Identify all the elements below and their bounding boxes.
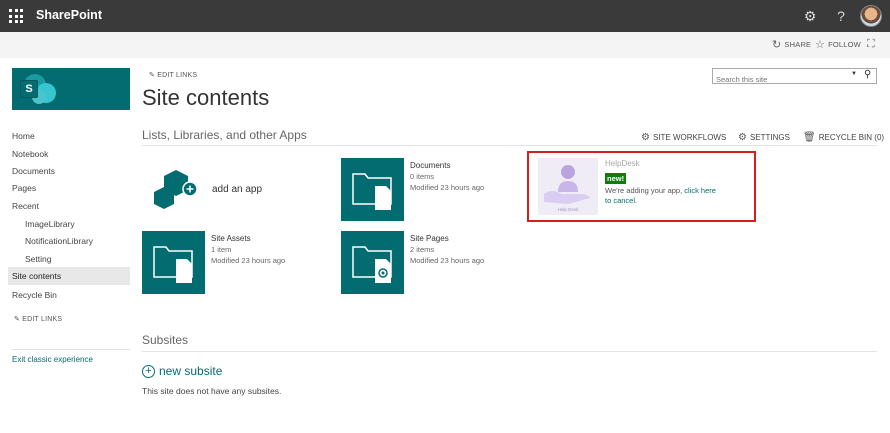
site-assets-tile-name[interactable]: Site Assets <box>211 233 285 244</box>
follow-button[interactable]: ☆ FOLLOW <box>815 38 861 51</box>
add-app-icon[interactable] <box>150 170 200 212</box>
settings-button[interactable]: ⚙ SETTINGS <box>738 132 790 143</box>
site-assets-tile-count: 1 item <box>211 245 232 254</box>
site-pages-tile-icon[interactable] <box>341 231 404 294</box>
waffle-icon[interactable] <box>6 6 26 26</box>
site-pages-tile-info: Site Pages 2 items Modified 23 hours ago <box>410 233 484 266</box>
nav-divider <box>12 349 130 350</box>
sharepoint-logo-icon: S <box>20 80 38 98</box>
cancel-app-link[interactable]: click here <box>684 186 716 195</box>
helpdesk-img-caption: Help Desk <box>558 207 580 212</box>
no-subsites-message: This site does not have any subsites. <box>142 386 282 396</box>
nav-edit-links[interactable]: ✎ EDIT LINKS <box>14 315 62 323</box>
site-pages-tile-name[interactable]: Site Pages <box>410 233 484 244</box>
site-workflows-label: SITE WORKFLOWS <box>652 133 727 142</box>
site-workflows-button[interactable]: ⚙ SITE WORKFLOWS <box>641 132 726 143</box>
search-input[interactable] <box>713 72 838 87</box>
site-assets-tile-modified: Modified 23 hours ago <box>211 256 286 265</box>
follow-label: FOLLOW <box>828 40 861 49</box>
search-icon[interactable]: ⚲ <box>864 69 871 80</box>
exit-classic-link[interactable]: Exit classic experience <box>12 355 93 364</box>
trash-icon: 🗑 <box>803 132 816 143</box>
site-assets-tile-icon[interactable] <box>142 231 205 294</box>
nav-item-home[interactable]: Home <box>12 127 130 145</box>
page-title: Site contents <box>142 85 270 110</box>
nav-item-pages[interactable]: Pages <box>12 179 130 197</box>
suite-bar: SharePoint ⚙ ? <box>0 0 890 32</box>
recycle-bin-button[interactable]: 🗑 RECYCLE BIN (0) <box>803 132 884 143</box>
nav-item-notebook[interactable]: Notebook <box>12 145 130 163</box>
nav-item-imagelibrary[interactable]: ImageLibrary <box>25 215 130 233</box>
focus-icon: ⛶ <box>867 38 875 50</box>
documents-tile-icon[interactable] <box>341 158 404 221</box>
site-logo[interactable]: S <box>12 68 130 110</box>
help-icon[interactable]: ? <box>832 7 850 25</box>
top-edit-links-label: EDIT LINKS <box>157 72 198 79</box>
helpdesk-status-message: We're adding your app, click here to can… <box>605 186 745 206</box>
brand-title[interactable]: SharePoint <box>36 8 102 22</box>
nav-item-setting[interactable]: Setting <box>25 250 130 268</box>
apps-section-title: Lists, Libraries, and other Apps <box>142 128 307 142</box>
helpdesk-msg-prefix: We're adding your app, <box>605 186 685 195</box>
new-subsite-label: new subsite <box>159 364 223 378</box>
search-scope-dropdown-icon[interactable]: ▼ <box>851 71 857 77</box>
top-edit-links[interactable]: ✎ EDIT LINKS <box>149 71 197 79</box>
documents-tile-modified: Modified 23 hours ago <box>410 183 485 192</box>
nav-item-recent[interactable]: Recent <box>12 197 130 215</box>
subsites-divider <box>142 351 877 352</box>
helpdesk-app-name: HelpDesk <box>605 159 640 168</box>
pencil-icon: ✎ <box>149 72 156 79</box>
subsites-section-title: Subsites <box>142 333 189 347</box>
settings-label: SETTINGS <box>749 133 790 142</box>
site-pages-tile-count: 2 items <box>410 245 435 254</box>
share-label: SHARE <box>784 40 812 49</box>
documents-tile-info: Documents 0 items Modified 23 hours ago <box>410 160 484 193</box>
nav-item-site-contents[interactable]: Site contents <box>8 267 130 285</box>
new-subsite-link[interactable]: + new subsite <box>142 364 222 378</box>
user-avatar[interactable] <box>860 5 882 27</box>
pencil-icon: ✎ <box>14 316 21 323</box>
nav-edit-links-label: EDIT LINKS <box>22 316 63 323</box>
share-button[interactable]: ↻ SHARE <box>772 38 811 51</box>
documents-tile-name[interactable]: Documents <box>410 160 484 171</box>
documents-tile-count: 0 items <box>410 172 435 181</box>
action-row: ↻ SHARE ☆ FOLLOW ⛶ <box>0 32 890 58</box>
nav-item-recycle-bin[interactable]: Recycle Bin <box>12 286 130 304</box>
site-assets-tile-info: Site Assets 1 item Modified 23 hours ago <box>211 233 285 266</box>
add-app-link[interactable]: add an app <box>212 184 262 195</box>
new-badge: new! <box>605 173 627 184</box>
search-box: ▼ ⚲ <box>712 68 877 87</box>
cancel-app-link-cont[interactable]: to cancel. <box>605 196 637 205</box>
recycle-bin-label: RECYCLE BIN (0) <box>818 133 885 142</box>
share-icon: ↻ <box>772 39 782 51</box>
nav-item-notificationlibrary[interactable]: NotificationLibrary <box>25 232 130 250</box>
add-circle-icon: + <box>142 364 155 378</box>
helpdesk-app-icon: Help Desk <box>538 158 598 215</box>
workflow-icon: ⚙ <box>641 132 650 143</box>
nav-item-documents[interactable]: Documents <box>12 162 130 180</box>
site-pages-tile-modified: Modified 23 hours ago <box>410 256 485 265</box>
focus-button[interactable]: ⛶ <box>867 38 875 51</box>
star-icon: ☆ <box>815 39 826 51</box>
gear-icon: ⚙ <box>738 132 747 143</box>
gear-icon[interactable]: ⚙ <box>801 7 819 25</box>
apps-section-divider <box>142 145 877 146</box>
